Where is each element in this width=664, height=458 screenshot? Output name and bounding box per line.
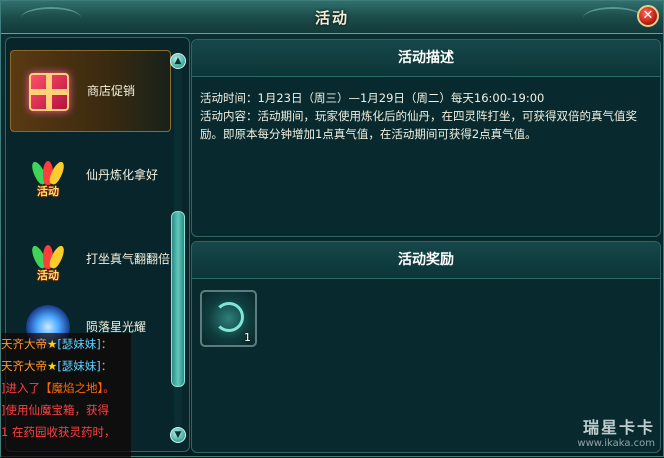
chat-place-link[interactable]: 【魔焰之地】 [40,381,103,395]
activity-item-label: 仙丹炼化拿好 [86,167,159,182]
scroll-down-icon[interactable]: ▼ [170,427,186,443]
chat-line: 1 在药园收获灵药时， [1,421,131,443]
chat-star: ★ [47,337,58,351]
fireworks-icon: 活动 [22,149,74,201]
chat-player-name[interactable]: 天齐大帝 [1,337,47,351]
activity-list-scrollbar[interactable]: ▲ ▼ [169,51,187,445]
jade-swirl-icon [214,302,244,332]
chat-system-text: 1 在药园收获灵药时， [1,425,116,439]
description-heading: 活动描述 [192,40,660,77]
chat-line: ]使用仙魔宝箱，获得 [1,399,131,421]
activity-item-label: 打坐真气翻翻倍 [86,251,171,266]
chat-player-tag[interactable]: [瑟妹妹] [57,337,100,351]
title-bar[interactable]: 活动 ✕ [1,1,663,34]
chat-line: 天齐大帝★[瑟妹妹]： [1,359,113,373]
chat-line: ]进入了【魔焰之地】。 [1,381,115,395]
activity-badge: 活动 [37,185,59,198]
description-panel: 活动描述 活动时间：1月23日（周三）—1月29日（周二）每天16:00-19:… [191,39,661,237]
reward-heading: 活动奖励 [192,242,660,279]
chat-star: ★ [47,359,58,373]
activity-badge: 活动 [37,269,59,282]
activity-item-elixir-refine[interactable]: 活动 仙丹炼化拿好 [10,134,171,216]
scroll-thumb[interactable] [171,211,185,387]
chat-overlay: 天齐大帝★[瑟妹妹]： 天齐大帝★[瑟妹妹]： ]进入了【魔焰之地】。 ]使用仙… [1,333,131,458]
activity-window: 活动 ✕ 商店促销 活动 仙丹炼化拿好 活动 打坐真气翻翻倍 陨落星光耀 ▲ ▼… [0,0,664,458]
activity-item-label: 商店促销 [87,83,136,98]
watermark-logo: 瑞星卡卡 www.ikaka.com [537,414,655,450]
chat-player-name[interactable]: 天齐大帝 [1,359,47,373]
close-button[interactable]: ✕ [637,5,659,27]
reward-count: 1 [244,331,251,344]
activity-content: 活动内容：活动期间，玩家使用炼化后的仙丹，在四灵阵打坐，可获得双倍的真气值奖励。… [200,109,637,141]
watermark-title: 瑞星卡卡 [582,418,655,437]
chat-line: 天齐大帝★[瑟妹妹]： [1,337,113,351]
scroll-up-icon[interactable]: ▲ [170,53,186,69]
chat-system-text: ]使用仙魔宝箱，获得 [1,403,109,417]
chat-system-text: ]进入了 [1,381,40,395]
activity-time: 活动时间：1月23日（周三）—1月29日（周二）每天16:00-19:00 [200,91,545,105]
watermark-url: www.ikaka.com [577,438,655,449]
window-title: 活动 [314,9,349,27]
chat-player-tag[interactable]: [瑟妹妹] [57,359,100,373]
activity-item-shop-sale[interactable]: 商店促销 [10,50,171,132]
reward-item-slot[interactable]: 1 [200,290,257,347]
fireworks-icon: 活动 [22,233,74,285]
gift-box-icon [23,65,75,117]
